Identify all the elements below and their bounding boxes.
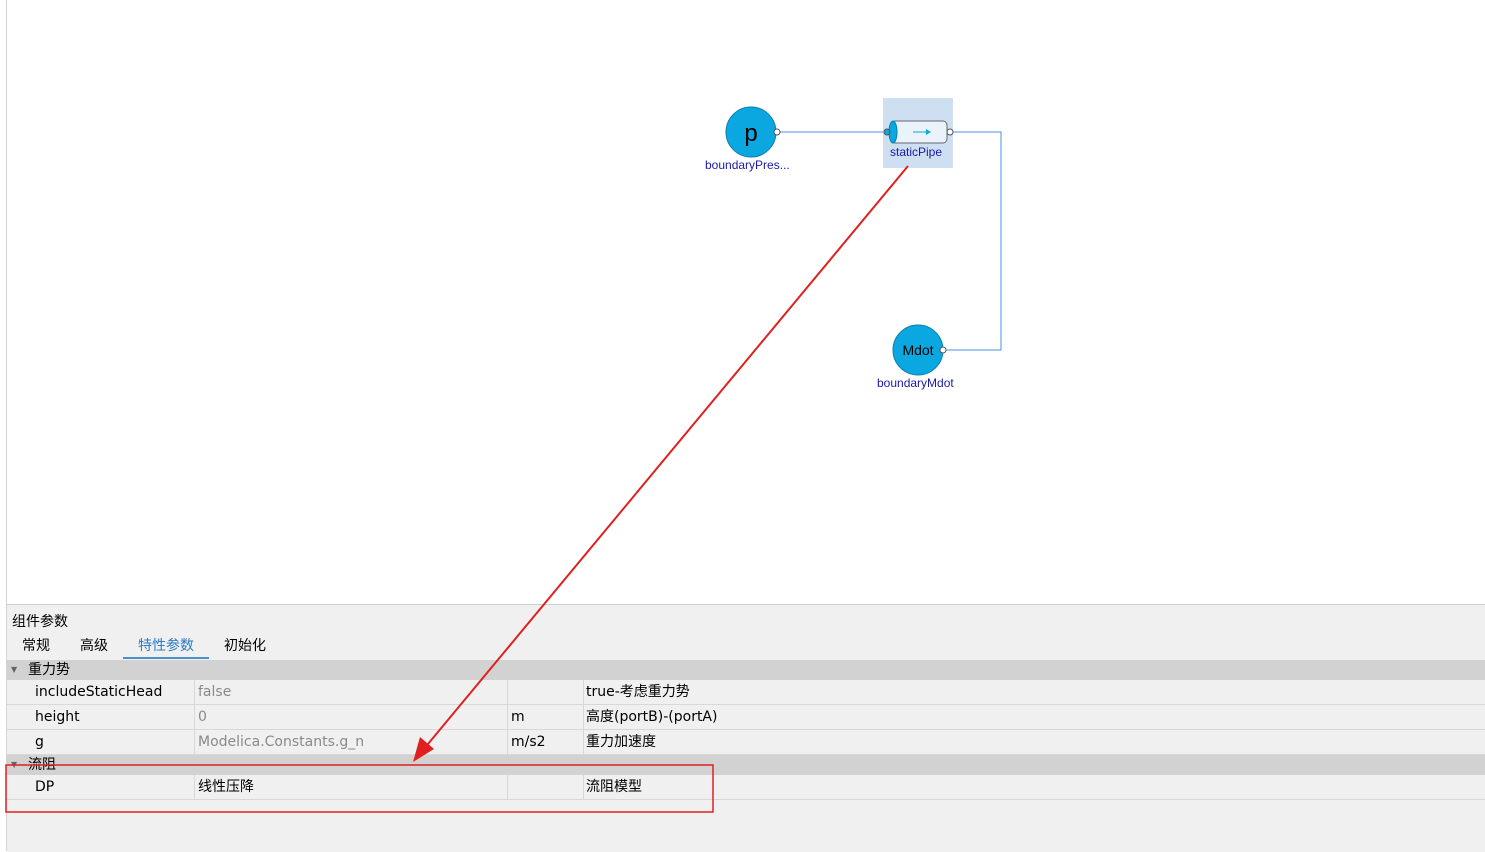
collapse-triangle-icon[interactable]: ▼ <box>11 755 17 775</box>
tab-general[interactable]: 常规 <box>7 633 65 659</box>
param-name: g <box>7 730 195 754</box>
group-header-gravity[interactable]: ▼ 重力势 <box>7 660 1485 680</box>
param-name: DP <box>7 775 195 799</box>
boundary-mdot-symbol: Mdot <box>902 342 933 358</box>
param-description: 重力加速度 <box>586 734 656 750</box>
table-row[interactable]: DP 线性压降 流阻模型 <box>7 775 1485 800</box>
param-unit: m/s2 <box>508 730 584 754</box>
diagram-canvas[interactable]: p Mdot boundaryPres... staticPipe bounda… <box>7 0 1485 604</box>
tab-initialization[interactable]: 初始化 <box>209 633 281 659</box>
param-unit <box>508 680 584 704</box>
boundary-pressure-label: boundaryPres... <box>705 158 790 172</box>
boundary-mdot-label: boundaryMdot <box>877 376 954 390</box>
param-value[interactable]: false <box>195 680 508 704</box>
group-header-flow-resistance[interactable]: ▼ 流阻 <box>7 755 1485 775</box>
group-name: 流阻 <box>28 757 56 773</box>
param-description: true-考虑重力势 <box>586 684 690 700</box>
boundary-mdot-component[interactable]: Mdot <box>892 324 947 376</box>
parameter-grid: ▼ 重力势 includeStaticHead false true-考虑重力势… <box>7 660 1485 800</box>
param-description: 流阻模型 <box>586 779 642 795</box>
table-row[interactable]: includeStaticHead false true-考虑重力势 <box>7 680 1485 705</box>
collapse-triangle-icon[interactable]: ▼ <box>11 660 17 680</box>
group-name: 重力势 <box>28 662 70 678</box>
param-name: height <box>7 705 195 729</box>
pipe-port-b[interactable] <box>946 128 954 136</box>
param-value[interactable]: 0 <box>195 705 508 729</box>
panel-title: 组件参数 <box>12 614 68 630</box>
param-unit <box>508 775 584 799</box>
param-value[interactable]: 线性压降 <box>195 775 508 799</box>
table-row[interactable]: height 0 m 高度(portB)-(portA) <box>7 705 1485 730</box>
boundary-mdot-port[interactable] <box>939 346 947 354</box>
boundary-pressure-port[interactable] <box>773 128 781 136</box>
tab-bar: 常规 高级 特性参数 初始化 <box>7 633 281 659</box>
param-name: includeStaticHead <box>7 680 195 704</box>
pipe-port-a[interactable] <box>883 128 891 136</box>
tab-characteristics[interactable]: 特性参数 <box>123 633 209 659</box>
boundary-pressure-symbol: p <box>744 120 757 147</box>
component-parameters-panel: 组件参数 常规 高级 特性参数 初始化 ▼ 重力势 includeStaticH… <box>7 604 1485 852</box>
diagram-svg: p Mdot <box>725 98 1002 376</box>
boundary-pressure-component[interactable]: p <box>725 106 781 158</box>
static-pipe-label: staticPipe <box>890 145 943 159</box>
param-description: 高度(portB)-(portA) <box>586 709 718 725</box>
tab-advanced[interactable]: 高级 <box>65 633 123 659</box>
param-value[interactable]: Modelica.Constants.g_n <box>195 730 508 754</box>
param-unit: m <box>508 705 584 729</box>
table-row[interactable]: g Modelica.Constants.g_n m/s2 重力加速度 <box>7 730 1485 755</box>
